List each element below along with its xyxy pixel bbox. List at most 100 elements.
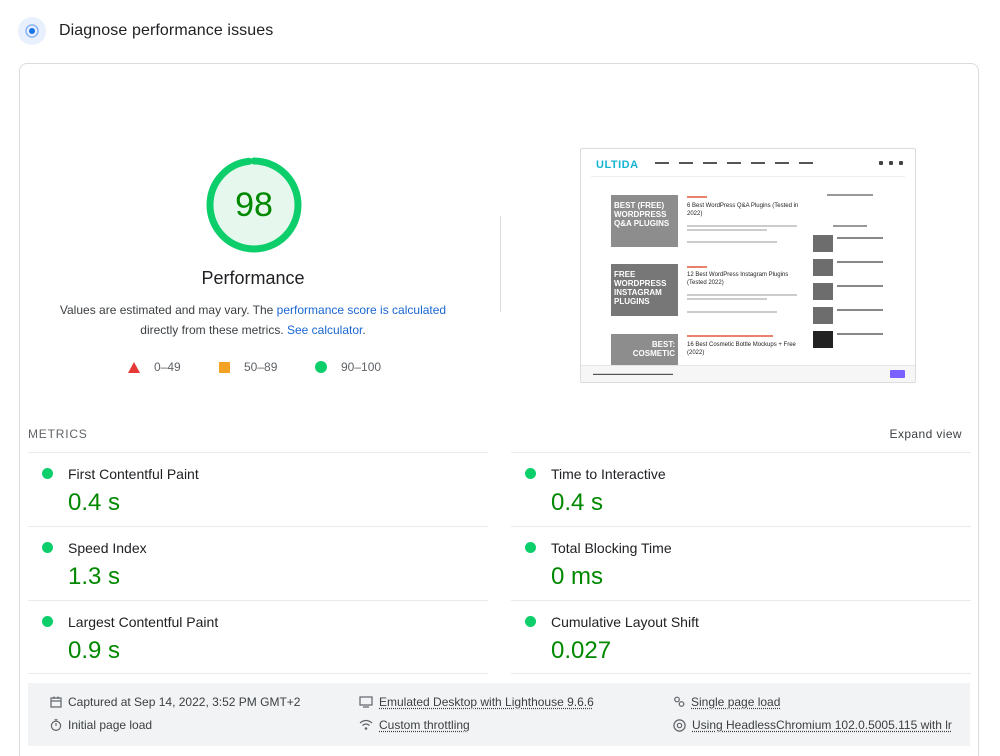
site-nav bbox=[655, 162, 813, 164]
performance-label: Performance bbox=[201, 268, 305, 288]
triangle-icon bbox=[128, 361, 140, 373]
metric-name: Speed Index bbox=[68, 540, 147, 556]
legend-range: 90–100 bbox=[341, 360, 382, 374]
calendar-icon bbox=[50, 696, 62, 708]
post-thumbnail: FREE WORDPRESS INSTAGRAM PLUGINS bbox=[611, 264, 678, 316]
sidebar-text bbox=[837, 237, 883, 239]
sidebar-thumbnail bbox=[813, 235, 833, 252]
metric-name: Time to Interactive bbox=[551, 466, 666, 482]
legend-pass: 90–100 bbox=[315, 360, 381, 374]
browser-version[interactable]: Using HeadlessChromium 102.0.5005.115 wi… bbox=[673, 716, 952, 734]
legend-fail: 0–49 bbox=[128, 360, 181, 374]
post-title: 12 Best WordPress Instagram Plugins (Tes… bbox=[687, 272, 789, 286]
metric-name: Cumulative Layout Shift bbox=[551, 614, 699, 630]
browser-text: Using HeadlessChromium 102.0.5005.115 wi… bbox=[692, 718, 952, 732]
sidebar-thumbnail bbox=[813, 259, 833, 276]
divider bbox=[591, 176, 905, 177]
captured-at: Captured at Sep 14, 2022, 3:52 PM GMT+2 bbox=[50, 693, 300, 711]
see-calculator-link[interactable]: See calculator bbox=[287, 323, 362, 337]
metric-time-to-interactive[interactable]: Time to Interactive 0.4 s bbox=[511, 452, 971, 526]
metric-value: 0.9 s bbox=[68, 637, 121, 664]
score-calculated-link[interactable]: performance score is calculated bbox=[277, 303, 446, 317]
description-text: Values are estimated and may vary. The bbox=[59, 303, 277, 317]
post-category bbox=[687, 196, 707, 198]
metric-first-contentful-paint[interactable]: First Contentful Paint 0.4 s bbox=[28, 452, 488, 526]
cookie-accept-button bbox=[890, 370, 905, 378]
square-icon bbox=[219, 361, 230, 373]
sidebar-heading bbox=[827, 194, 873, 196]
metric-value: 0 ms bbox=[551, 563, 604, 590]
circle-icon bbox=[315, 361, 327, 373]
post-category bbox=[687, 266, 707, 268]
site-logo: ULTIDA bbox=[596, 159, 639, 171]
divider bbox=[500, 216, 501, 312]
emulated-text: Emulated Desktop with Lighthouse 9.6.6 bbox=[379, 695, 594, 709]
metric-value: 0.4 s bbox=[68, 489, 121, 516]
pass-circle-icon bbox=[42, 542, 53, 553]
custom-throttling[interactable]: Custom throttling bbox=[359, 716, 470, 734]
initial-load-text: Initial page load bbox=[68, 718, 153, 732]
post-category bbox=[687, 335, 773, 337]
single-load-text: Single page load bbox=[691, 695, 781, 709]
metric-value: 1.3 s bbox=[68, 563, 121, 590]
post-title: 6 Best WordPress Q&A Plugins (Tested in … bbox=[687, 203, 799, 217]
post-title: 16 Best Cosmetic Bottle Mockups + Free (… bbox=[687, 342, 796, 356]
throttling-text: Custom throttling bbox=[379, 718, 470, 732]
cookie-text: ▬▬▬▬▬▬▬▬▬▬▬▬▬▬▬▬▬▬▬▬ bbox=[593, 371, 673, 376]
section-header: Diagnose performance issues bbox=[18, 15, 273, 47]
performance-score: 98 bbox=[235, 185, 273, 224]
post-thumbnail: BEST (FREE) WORDPRESS Q&A PLUGINS bbox=[611, 195, 678, 247]
sidebar-thumbnail bbox=[813, 283, 833, 300]
post-excerpt bbox=[687, 229, 767, 231]
post-meta bbox=[687, 241, 777, 243]
pass-circle-icon bbox=[42, 616, 53, 627]
performance-gauge: 98 bbox=[204, 155, 304, 255]
sidebar-text bbox=[837, 285, 883, 287]
section-title: Diagnose performance issues bbox=[59, 22, 274, 39]
runtime-settings: Captured at Sep 14, 2022, 3:52 PM GMT+2 … bbox=[28, 683, 970, 746]
expand-view-button[interactable]: Expand view bbox=[890, 427, 962, 441]
site-nav-icons bbox=[879, 161, 903, 165]
post-excerpt bbox=[687, 225, 797, 227]
metric-name: First Contentful Paint bbox=[68, 466, 199, 482]
metric-name: Largest Contentful Paint bbox=[68, 614, 219, 630]
metric-total-blocking-time[interactable]: Total Blocking Time 0 ms bbox=[511, 526, 971, 600]
sidebar-text bbox=[837, 261, 883, 263]
emulated-desktop[interactable]: Emulated Desktop with Lighthouse 9.6.6 bbox=[359, 693, 594, 711]
pass-circle-icon bbox=[525, 468, 536, 479]
legend-range: 0–49 bbox=[154, 360, 181, 374]
wifi-icon bbox=[359, 719, 373, 730]
post-excerpt bbox=[687, 298, 767, 300]
final-screenshot[interactable]: ULTIDA BEST (FREE) WORDPRESS Q&A PLUGINS… bbox=[580, 148, 916, 383]
legend-range: 50–89 bbox=[244, 360, 278, 374]
pass-circle-icon bbox=[525, 542, 536, 553]
legend-average: 50–89 bbox=[219, 360, 277, 374]
sidebar-thumbnail bbox=[813, 331, 833, 348]
captured-text: Captured at Sep 14, 2022, 3:52 PM GMT+2 bbox=[68, 695, 301, 709]
score-description: Values are estimated and may vary. The p… bbox=[54, 300, 452, 340]
metric-value: 0.027 bbox=[551, 637, 612, 664]
pass-circle-icon bbox=[525, 616, 536, 627]
metrics-grid: First Contentful Paint 0.4 s Time to Int… bbox=[28, 452, 971, 674]
people-icon bbox=[674, 696, 685, 707]
single-page-load[interactable]: Single page load bbox=[673, 693, 780, 711]
post-meta bbox=[687, 311, 777, 313]
metric-name: Total Blocking Time bbox=[551, 540, 672, 556]
desktop-icon bbox=[359, 696, 373, 708]
metrics-heading: METRICS bbox=[28, 427, 88, 441]
initial-page-load: Initial page load bbox=[50, 716, 152, 734]
sidebar-thumbnail bbox=[813, 307, 833, 324]
pulse-icon bbox=[18, 17, 46, 45]
description-text: . bbox=[362, 323, 366, 337]
post-excerpt bbox=[687, 294, 797, 296]
chrome-icon bbox=[673, 718, 686, 732]
metric-largest-contentful-paint[interactable]: Largest Contentful Paint 0.9 s bbox=[28, 600, 488, 674]
pass-circle-icon bbox=[42, 468, 53, 479]
metric-cumulative-layout-shift[interactable]: Cumulative Layout Shift 0.027 bbox=[511, 600, 971, 674]
metric-value: 0.4 s bbox=[551, 489, 604, 516]
stopwatch-icon bbox=[50, 719, 62, 731]
description-text: directly from these metrics. bbox=[140, 323, 287, 337]
metric-speed-index[interactable]: Speed Index 1.3 s bbox=[28, 526, 488, 600]
cookie-banner: ▬▬▬▬▬▬▬▬▬▬▬▬▬▬▬▬▬▬▬▬ bbox=[581, 365, 915, 382]
sidebar-text bbox=[837, 309, 883, 311]
